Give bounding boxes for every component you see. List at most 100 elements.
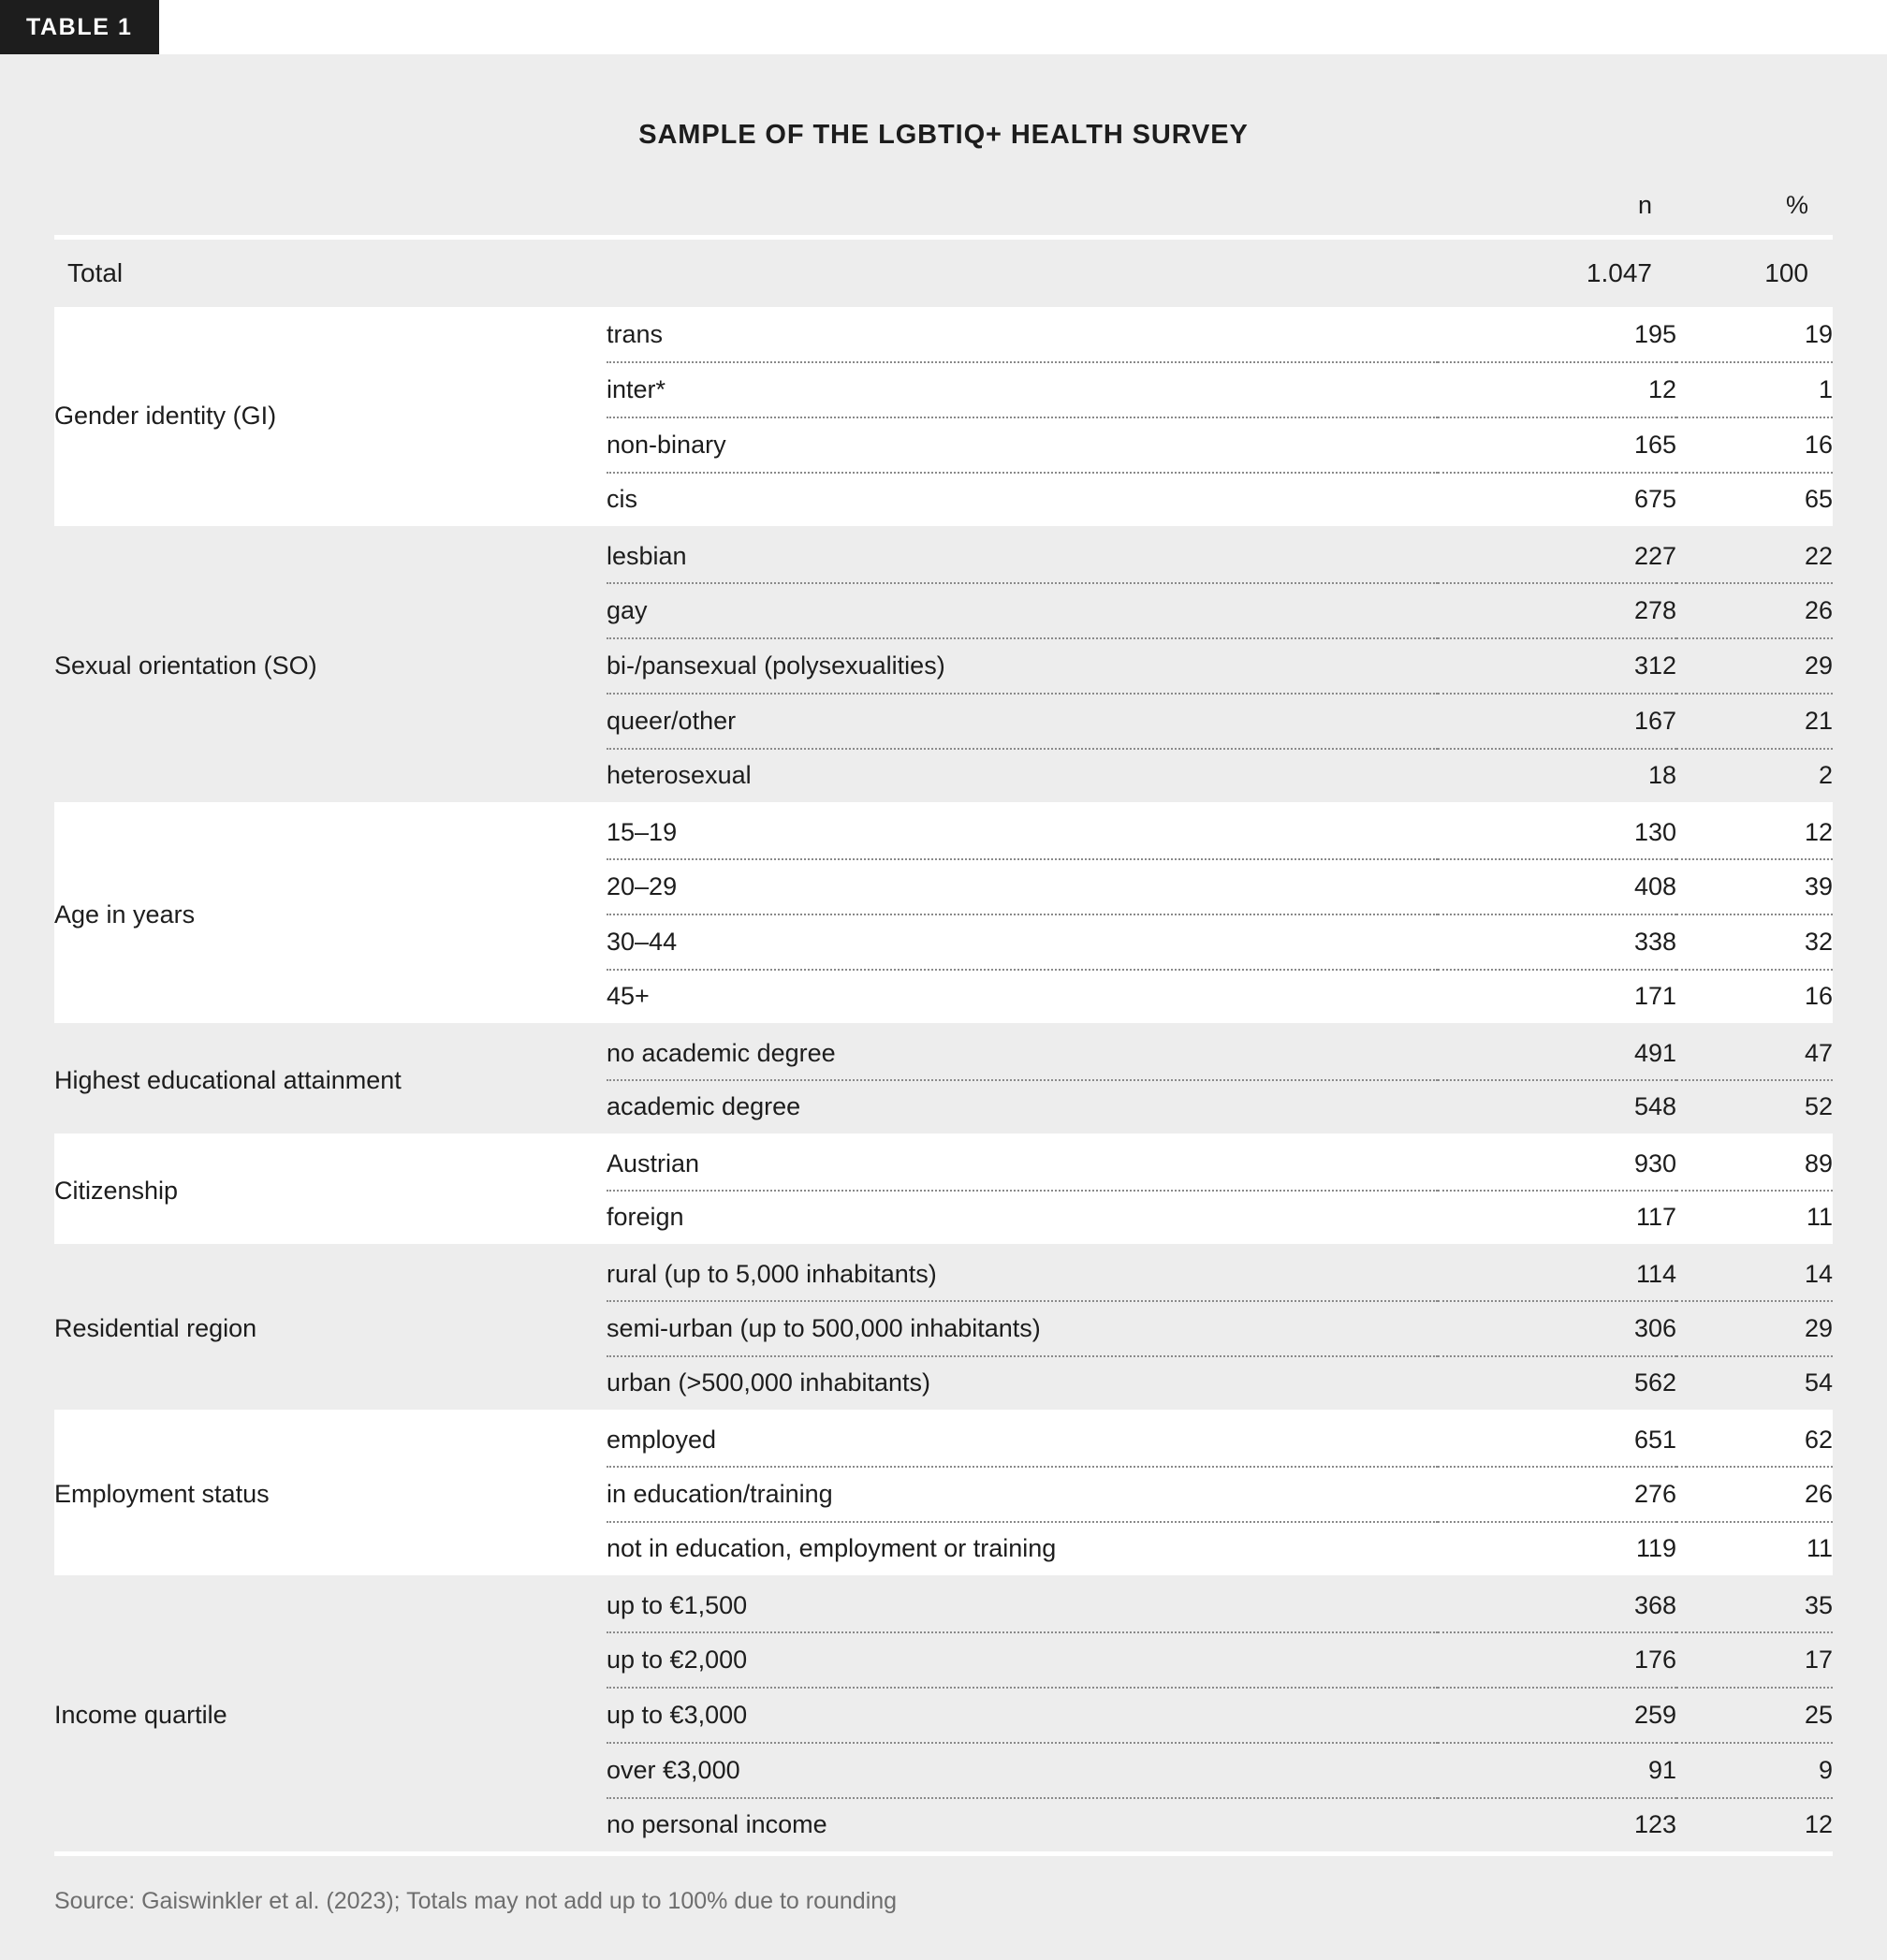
table-row: Sexual orientation (SO) lesbian 227 22	[54, 528, 1833, 804]
total-label: Total	[54, 237, 607, 307]
row-value-n: 368	[1438, 1577, 1676, 1632]
row-value-pct: 21	[1676, 693, 1833, 749]
row-value-n: 278	[1438, 582, 1676, 638]
row-category-label: Income quartile	[54, 1577, 607, 1853]
row-item-label: in education/training	[607, 1466, 1438, 1522]
row-value-pct: 65	[1676, 472, 1833, 528]
row-item-label: up to €3,000	[607, 1687, 1438, 1743]
table-row: Citizenship Austrian 930 89	[54, 1135, 1833, 1246]
row-item-label: semi-urban (up to 500,000 inhabitants)	[607, 1300, 1438, 1356]
row-value-n: 171	[1438, 969, 1676, 1025]
row-item-label: 45+	[607, 969, 1438, 1025]
row-value-n: 195	[1438, 307, 1676, 362]
row-category-label: Highest educational attainment	[54, 1025, 607, 1135]
row-value-n: 130	[1438, 804, 1676, 859]
source-note: Source: Gaiswinkler et al. (2023); Total…	[54, 1887, 898, 1914]
column-header-n: n	[1438, 151, 1676, 240]
row-value-n: 259	[1438, 1687, 1676, 1743]
row-value-n: 91	[1438, 1742, 1676, 1798]
survey-table: n % Total 1.047 100 Gender identity (GI)…	[54, 151, 1833, 1856]
row-value-pct: 22	[1676, 528, 1833, 583]
row-item-label: not in education, employment or training	[607, 1521, 1438, 1577]
table-section: Age in years 15–19 130 12 20–29 408 39 30–44 338…	[54, 804, 1833, 1025]
row-value-n: 306	[1438, 1300, 1676, 1356]
row-value-pct: 26	[1676, 582, 1833, 638]
row-value-pct: 16	[1676, 417, 1833, 473]
table-row: Residential region rural (up to 5,000 inh…	[54, 1246, 1833, 1411]
row-value-n: 114	[1438, 1246, 1676, 1301]
row-item-label: foreign	[607, 1190, 1438, 1246]
row-item-label: no personal income	[607, 1797, 1438, 1853]
column-header-category	[54, 151, 607, 240]
total-section: Total 1.047 100	[54, 237, 1833, 307]
row-value-pct: 16	[1676, 969, 1833, 1025]
row-value-n: 675	[1438, 472, 1676, 528]
row-value-n: 408	[1438, 858, 1676, 914]
row-value-n: 12	[1438, 361, 1676, 417]
row-value-pct: 9	[1676, 1742, 1833, 1798]
row-item-label: gay	[607, 582, 1438, 638]
row-item-label: non-binary	[607, 417, 1438, 473]
row-value-pct: 17	[1676, 1631, 1833, 1688]
row-value-n: 338	[1438, 914, 1676, 970]
total-n: 1.047	[1438, 237, 1676, 307]
table-section: Employment status employed 651 62 in educati…	[54, 1411, 1833, 1577]
row-value-pct: 12	[1676, 1797, 1833, 1853]
row-value-pct: 89	[1676, 1135, 1833, 1191]
table-section: Income quartile up to €1,500 368 35 up to €2…	[54, 1577, 1833, 1853]
row-value-n: 491	[1438, 1025, 1676, 1080]
table-row-total: Total 1.047 100	[54, 237, 1833, 307]
row-value-n: 119	[1438, 1521, 1676, 1577]
row-value-pct: 32	[1676, 914, 1833, 970]
row-item-label: trans	[607, 307, 1438, 362]
survey-table-container: n % Total 1.047 100 Gender identity (GI)…	[0, 151, 1887, 1856]
row-value-pct: 11	[1676, 1521, 1833, 1577]
total-pct: 100	[1676, 237, 1833, 307]
row-category-label: Employment status	[54, 1411, 607, 1577]
row-item-label: bi-/pansexual (polysexualities)	[607, 637, 1438, 694]
row-item-label: 30–44	[607, 914, 1438, 970]
row-category-label: Citizenship	[54, 1135, 607, 1246]
row-category-label: Sexual orientation (SO)	[54, 528, 607, 804]
row-value-pct: 29	[1676, 637, 1833, 694]
row-item-label: 20–29	[607, 858, 1438, 914]
row-value-pct: 29	[1676, 1300, 1833, 1356]
row-value-n: 117	[1438, 1190, 1676, 1246]
row-item-label: lesbian	[607, 528, 1438, 583]
total-spacer	[607, 237, 1438, 307]
row-value-n: 167	[1438, 693, 1676, 749]
table-row: Income quartile up to €1,500 368 35	[54, 1577, 1833, 1853]
row-value-pct: 35	[1676, 1577, 1833, 1632]
table-row: Highest educational attainment no academi…	[54, 1025, 1833, 1135]
row-value-n: 176	[1438, 1631, 1676, 1688]
row-value-n: 18	[1438, 748, 1676, 804]
table-section: Citizenship Austrian 930 89 foreign 117 11	[54, 1135, 1833, 1246]
row-value-n: 165	[1438, 417, 1676, 473]
row-value-n: 123	[1438, 1797, 1676, 1853]
row-value-n: 276	[1438, 1466, 1676, 1522]
table-number-badge: TABLE 1	[0, 0, 159, 54]
row-item-label: employed	[607, 1411, 1438, 1467]
row-value-pct: 54	[1676, 1355, 1833, 1411]
table-row: Age in years 15–19 130 12	[54, 804, 1833, 1025]
table-section: Sexual orientation (SO) lesbian 227 22 gay 27…	[54, 528, 1833, 804]
column-header-label	[607, 151, 1438, 240]
row-category-label: Gender identity (GI)	[54, 307, 607, 528]
row-value-pct: 25	[1676, 1687, 1833, 1743]
row-value-pct: 1	[1676, 361, 1833, 417]
row-value-pct: 14	[1676, 1246, 1833, 1301]
row-value-n: 930	[1438, 1135, 1676, 1191]
table-title: SAMPLE OF THE LGBTIQ+ HEALTH SURVEY	[638, 120, 1249, 150]
row-category-label: Residential region	[54, 1246, 607, 1411]
row-value-pct: 11	[1676, 1190, 1833, 1246]
table-head: n %	[54, 151, 1833, 240]
row-item-label: over €3,000	[607, 1742, 1438, 1798]
row-value-pct: 52	[1676, 1079, 1833, 1135]
table-row: Employment status employed 651 62	[54, 1411, 1833, 1577]
table-section: Gender identity (GI) trans 195 19 inter* 12 1 n…	[54, 307, 1833, 528]
column-header-pct: %	[1676, 151, 1833, 240]
row-item-label: urban (>500,000 inhabitants)	[607, 1355, 1438, 1411]
row-category-label: Age in years	[54, 804, 607, 1025]
row-value-pct: 19	[1676, 307, 1833, 362]
row-item-label: no academic degree	[607, 1025, 1438, 1080]
